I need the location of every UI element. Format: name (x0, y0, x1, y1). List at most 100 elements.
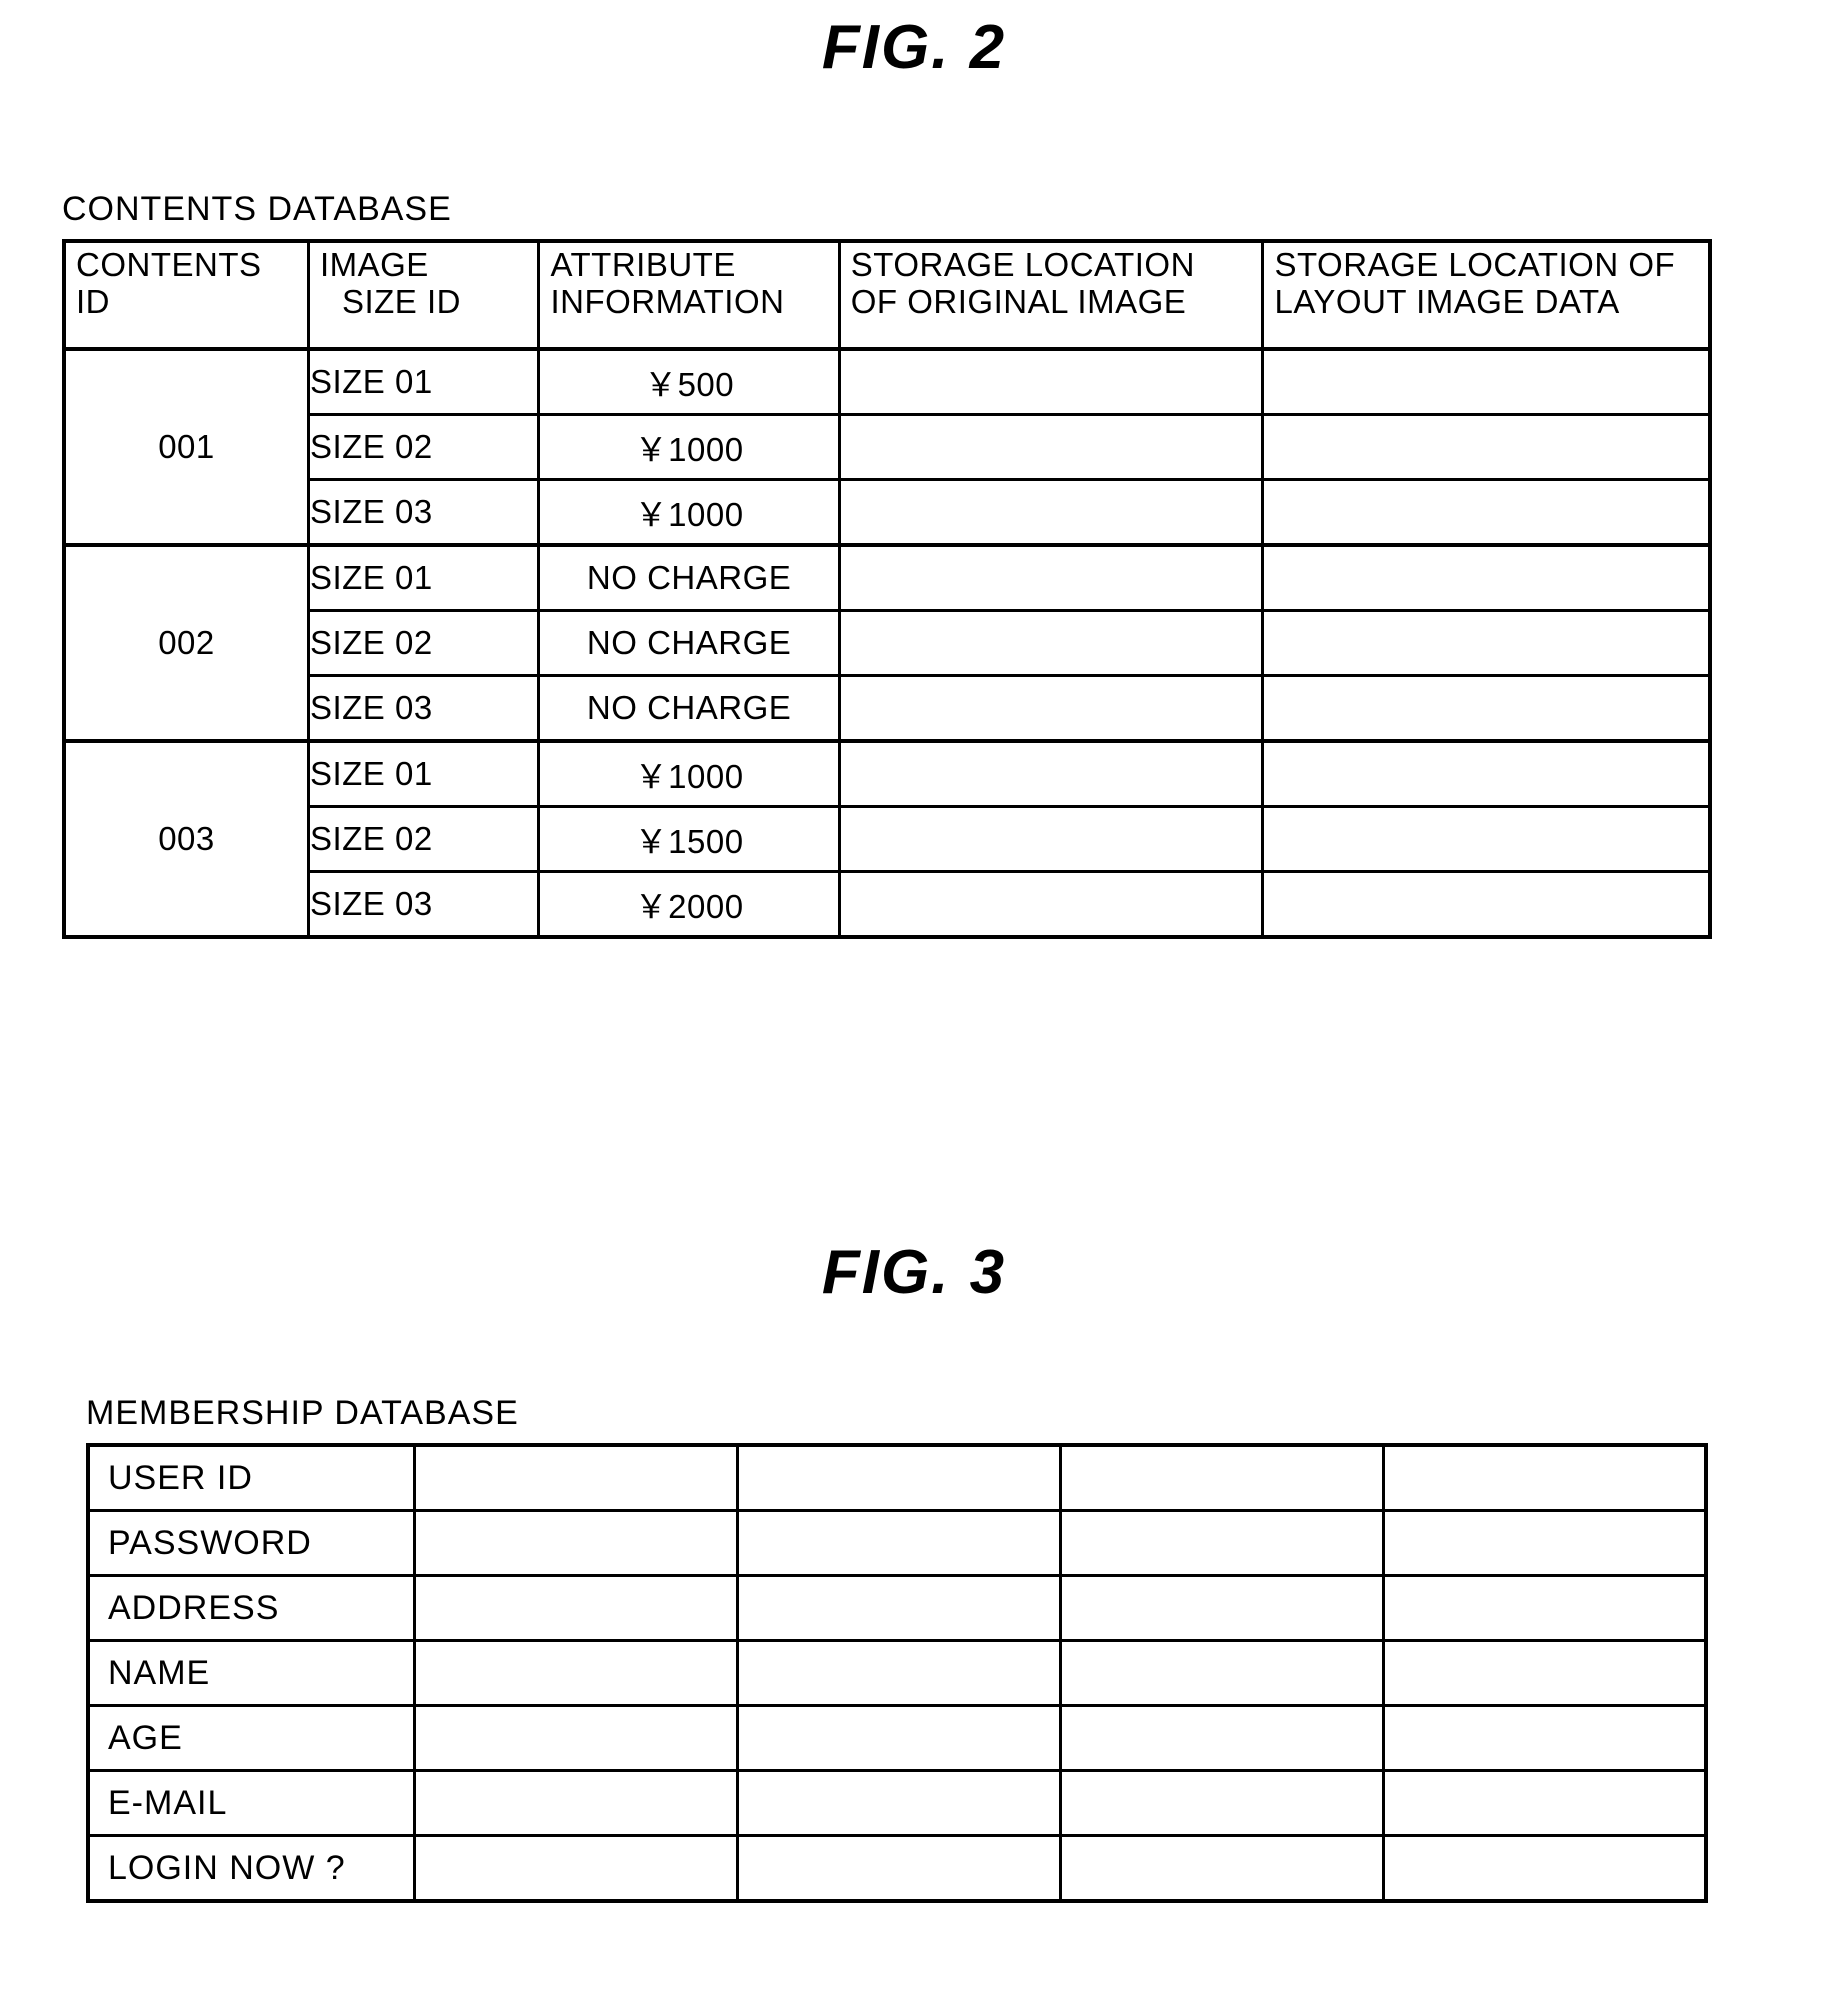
header-line-2: INFORMATION (550, 282, 785, 320)
contents-database-figure: CONTENTS DATABASE CONTENTS ID IMAGE SIZE… (62, 190, 1752, 939)
field-label-login-now: LOGIN NOW ? (86, 1834, 416, 1903)
membership-database-caption: MEMBERSHIP DATABASE (86, 1394, 519, 1432)
cell-storage-location-original (837, 870, 1265, 939)
cell-image-size-id: SIZE 01 (306, 543, 541, 612)
column-header-attribute-information: ATTRIBUTE INFORMATION (537, 239, 841, 351)
cell-attribute-information: ￥1000 (537, 739, 841, 808)
header-line-2: OF ORIGINAL IMAGE (850, 282, 1187, 320)
cell-attribute-information: ￥2000 (537, 870, 841, 939)
membership-database-table: USER ID PASSWORD ADDRESS NAME AGE E-MAIL… (86, 1443, 1708, 1903)
table-header-row: CONTENTS ID IMAGE SIZE ID ATTRIBUTE INFO… (62, 239, 1712, 351)
cell-storage-location-layout (1261, 674, 1712, 743)
cell-name-4 (1381, 1639, 1708, 1707)
cell-storage-location-layout (1261, 870, 1712, 939)
cell-storage-location-layout (1261, 543, 1712, 612)
cell-user-id-2 (735, 1443, 1062, 1512)
cell-storage-location-layout (1261, 609, 1712, 677)
cell-user-id-4 (1381, 1443, 1708, 1512)
table-row: NAME (86, 1639, 1708, 1707)
cell-storage-location-original (837, 805, 1265, 873)
cell-contents-id: 003 (62, 739, 310, 939)
field-label-user-id: USER ID (86, 1443, 416, 1512)
cell-storage-location-layout (1261, 413, 1712, 481)
table-row: AGE (86, 1704, 1708, 1772)
cell-age-4 (1381, 1704, 1708, 1772)
cell-login-now-3 (1058, 1834, 1385, 1903)
cell-age-3 (1058, 1704, 1385, 1772)
cell-login-now-4 (1381, 1834, 1708, 1903)
cell-storage-location-layout (1261, 805, 1712, 873)
header-line-1: STORAGE LOCATION OF (1274, 246, 1676, 283)
cell-password-4 (1381, 1509, 1708, 1577)
cell-image-size-id: SIZE 02 (306, 609, 541, 677)
cell-attribute-information: ￥1500 (537, 805, 841, 873)
table-row: 003 SIZE 01 ￥1000 (62, 739, 1712, 939)
cell-password-3 (1058, 1509, 1385, 1577)
cell-name-2 (735, 1639, 1062, 1707)
table-row: 002 SIZE 01 NO CHARGE (62, 543, 1712, 743)
cell-age-2 (735, 1704, 1062, 1772)
cell-address-1 (412, 1574, 739, 1642)
cell-attribute-information: ￥1000 (537, 413, 841, 481)
header-line-2: LAYOUT IMAGE DATA (1274, 282, 1620, 320)
column-header-storage-location-layout-image-data: STORAGE LOCATION OF LAYOUT IMAGE DATA (1261, 239, 1712, 351)
cell-age-1 (412, 1704, 739, 1772)
cell-address-2 (735, 1574, 1062, 1642)
cell-storage-location-layout (1261, 478, 1712, 547)
field-label-address: ADDRESS (86, 1574, 416, 1642)
cell-image-size-id: SIZE 03 (306, 674, 541, 743)
cell-storage-location-original (837, 478, 1265, 547)
table-row: SIZE 03 ￥1000 (64, 478, 1712, 547)
cell-storage-location-original (837, 543, 1265, 612)
cell-user-id-1 (412, 1443, 739, 1512)
cell-image-size-id: SIZE 01 (306, 347, 541, 416)
cell-image-size-id: SIZE 03 (306, 478, 541, 547)
cell-password-1 (412, 1509, 739, 1577)
cell-attribute-information: ￥1000 (537, 478, 841, 547)
column-header-storage-location-original-image: STORAGE LOCATION OF ORIGINAL IMAGE (837, 239, 1265, 351)
cell-password-2 (735, 1509, 1062, 1577)
field-label-age: AGE (86, 1704, 416, 1772)
contents-database-caption: CONTENTS DATABASE (62, 190, 452, 228)
table-row: SIZE 03 ￥2000 (64, 870, 1712, 939)
cell-name-1 (412, 1639, 739, 1707)
field-label-password: PASSWORD (86, 1509, 416, 1577)
cell-image-size-id: SIZE 02 (306, 805, 541, 873)
cell-email-4 (1381, 1769, 1708, 1837)
cell-contents-id: 002 (62, 543, 310, 743)
cell-email-2 (735, 1769, 1062, 1837)
header-line-1: IMAGE (319, 246, 429, 283)
table-row: SIZE 02 ￥1000 (64, 413, 1712, 481)
figure-2-title: FIG. 2 (821, 13, 1007, 82)
field-label-email: E-MAIL (86, 1769, 416, 1837)
cell-attribute-information: NO CHARGE (537, 609, 841, 677)
table-row: SIZE 03 NO CHARGE (64, 674, 1712, 743)
cell-storage-location-layout (1261, 347, 1712, 416)
table-row: LOGIN NOW ? (86, 1834, 1708, 1903)
column-header-image-size-id: IMAGE SIZE ID (306, 239, 541, 351)
header-line-2: SIZE ID (341, 282, 461, 320)
cell-storage-location-original (837, 674, 1265, 743)
header-line-2: ID (76, 282, 110, 320)
table-row: E-MAIL (86, 1769, 1708, 1837)
cell-email-1 (412, 1769, 739, 1837)
table-row: SIZE 02 NO CHARGE (64, 609, 1712, 677)
table-row: USER ID (86, 1443, 1708, 1512)
cell-login-now-1 (412, 1834, 739, 1903)
cell-image-size-id: SIZE 03 (306, 870, 541, 939)
figure-3-title: FIG. 3 (821, 1238, 1007, 1307)
column-header-contents-id: CONTENTS ID (62, 239, 310, 351)
cell-address-3 (1058, 1574, 1385, 1642)
cell-name-3 (1058, 1639, 1385, 1707)
table-row: SIZE 02 ￥1500 (64, 805, 1712, 873)
cell-storage-location-original (837, 347, 1265, 416)
cell-attribute-information: NO CHARGE (537, 674, 841, 743)
cell-image-size-id: SIZE 02 (306, 413, 541, 481)
cell-user-id-3 (1058, 1443, 1385, 1512)
header-line-1: ATTRIBUTE (550, 246, 736, 283)
cell-address-4 (1381, 1574, 1708, 1642)
cell-attribute-information: NO CHARGE (537, 543, 841, 612)
table-row: ADDRESS (86, 1574, 1708, 1642)
cell-storage-location-original (837, 739, 1265, 808)
cell-login-now-2 (735, 1834, 1062, 1903)
